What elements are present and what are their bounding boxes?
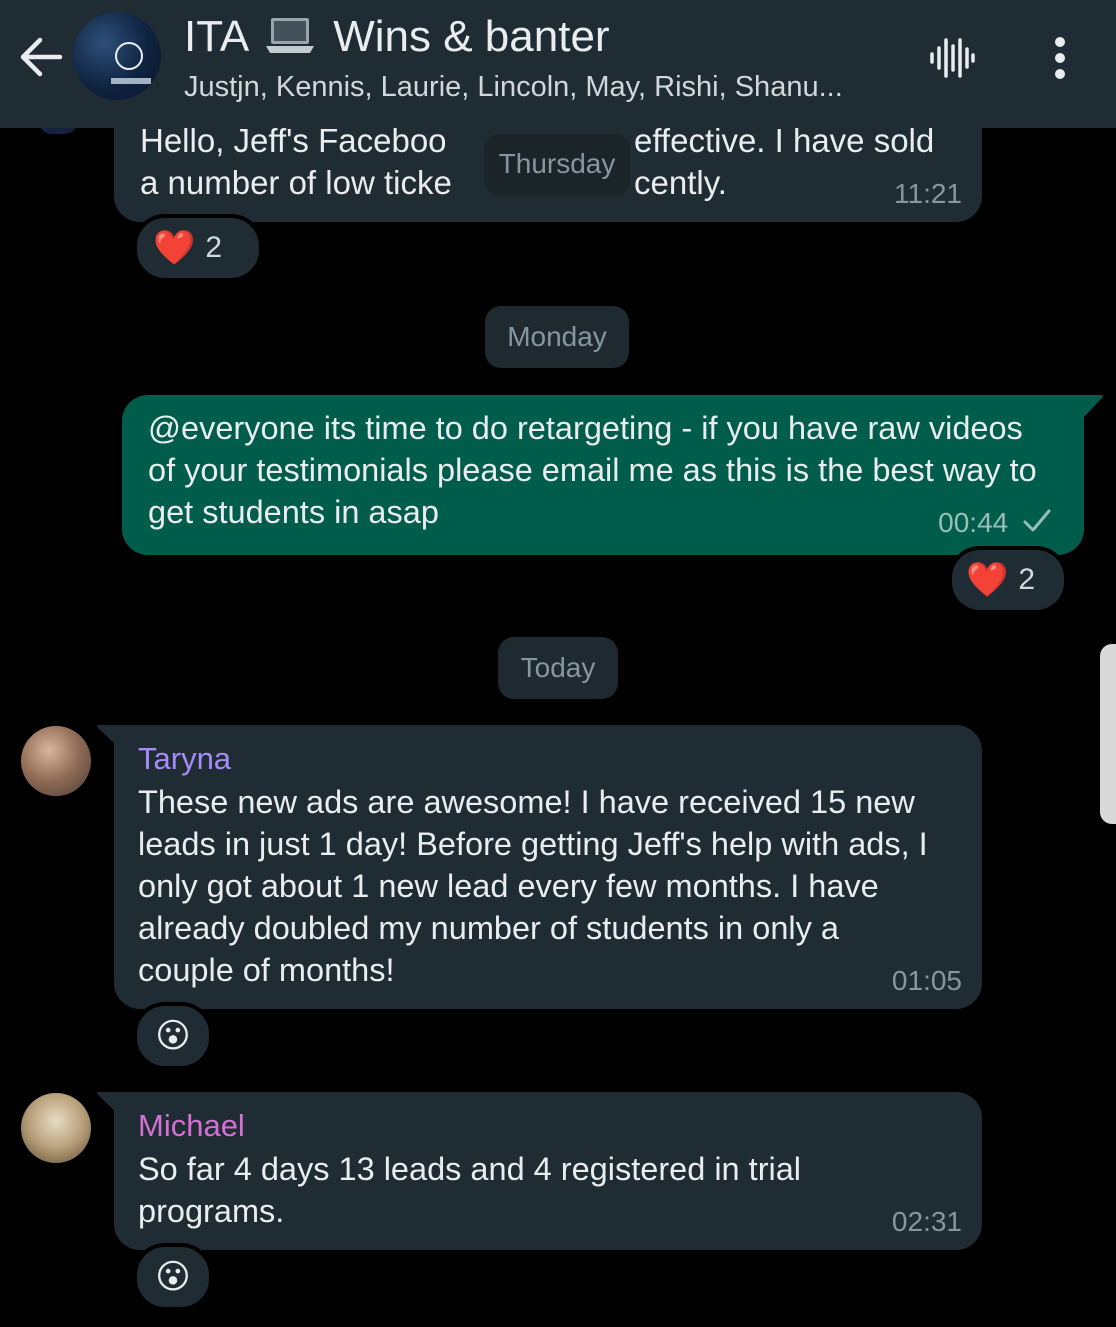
title-suffix: Wins & banter — [333, 12, 610, 61]
more-vert-icon[interactable] — [1042, 34, 1078, 82]
heart-emoji-icon: ❤️ — [153, 229, 196, 267]
bubble-tail — [97, 725, 118, 747]
reaction-count: 2 — [205, 231, 223, 264]
bubble-tail — [97, 1092, 118, 1114]
reaction-badge[interactable]: ❤️ 2 — [133, 214, 263, 282]
avatar-michael[interactable] — [21, 1093, 91, 1163]
message-time: 00:44 — [938, 507, 1052, 539]
reaction-badge[interactable]: 😮 — [133, 1243, 213, 1311]
reaction-badge[interactable]: ❤️ 2 — [948, 546, 1068, 614]
date-chip-today: Today — [498, 637, 618, 699]
group-logo-mark — [111, 78, 151, 84]
message-time: 02:31 — [891, 1206, 962, 1237]
date-chip-monday: Monday — [485, 306, 629, 368]
heart-emoji-icon: ❤️ — [966, 561, 1009, 599]
message-text: These new ads are awesome! I have receiv… — [138, 784, 928, 988]
surprised-emoji-icon: 😮 — [155, 1017, 191, 1055]
message-bubble-incoming[interactable]: Michael So far 4 days 13 leads and 4 reg… — [114, 1092, 982, 1250]
surprised-emoji-icon: 😮 — [155, 1258, 191, 1296]
read-check-icon — [1023, 509, 1051, 532]
scroll-handle[interactable] — [1100, 644, 1116, 824]
message-text-line: a number of low ticke — [140, 164, 452, 201]
reaction-badge[interactable]: 😮 — [133, 1002, 213, 1070]
group-title[interactable]: ITA Wins & banter — [184, 10, 610, 64]
avatar-taryna[interactable] — [21, 726, 91, 796]
message-time: 11:21 — [894, 178, 962, 209]
sender-name[interactable]: Michael — [138, 1106, 958, 1146]
message-text: So far 4 days 13 leads and 4 registered … — [138, 1151, 802, 1229]
group-logo — [115, 42, 143, 70]
reaction-count: 2 — [1018, 563, 1036, 596]
title-prefix: ITA — [184, 12, 247, 61]
message-time: 01:05 — [891, 965, 962, 996]
group-members: Justjn, Kennis, Laurie, Lincoln, May, Ri… — [184, 71, 843, 103]
message-text: @everyone its time to do retargeting - i… — [148, 410, 1037, 530]
date-chip-thursday: Thursday — [484, 134, 630, 196]
group-avatar[interactable] — [73, 12, 161, 100]
message-time-value: 00:44 — [938, 507, 1009, 538]
back-arrow-icon[interactable] — [18, 34, 64, 80]
message-bubble-incoming[interactable]: Taryna These new ads are awesome! I have… — [114, 725, 982, 1009]
voice-wave-icon[interactable] — [928, 36, 976, 80]
message-text-line: cently. — [634, 164, 727, 201]
sender-name[interactable]: Taryna — [138, 739, 958, 779]
laptop-icon — [266, 18, 314, 54]
message-bubble-outgoing[interactable]: @everyone its time to do retargeting - i… — [122, 395, 1084, 555]
bubble-tail — [1080, 395, 1103, 417]
chat-header: ITA Wins & banter Justjn, Kennis, Laurie… — [0, 0, 1116, 128]
